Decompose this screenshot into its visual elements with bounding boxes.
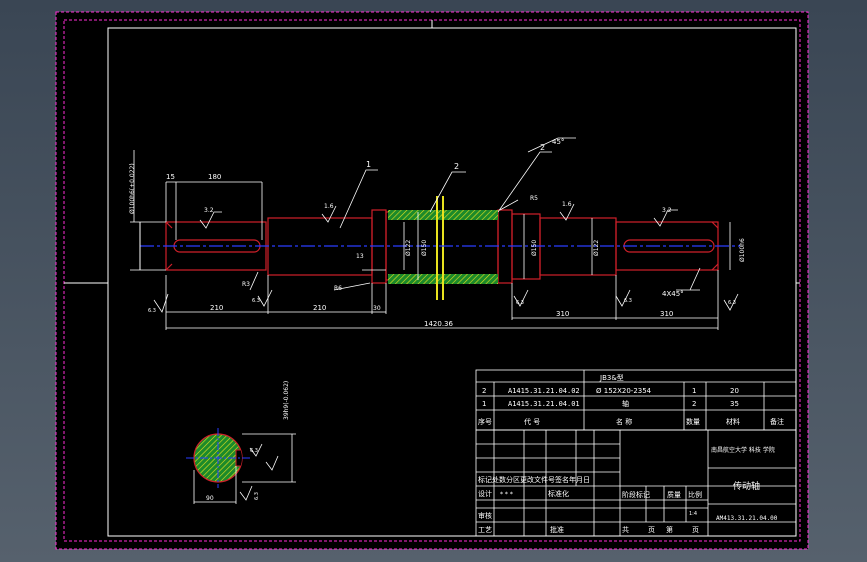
dim-13: 13	[356, 253, 364, 260]
bom-row: 1 A1415.31.21.04.01 轴 2 35	[482, 399, 739, 408]
bom-row: 2 A1415.31.21.04.02 Ø 152X20-2354 1 20	[482, 387, 739, 395]
standardize-label: 标准化	[548, 489, 569, 498]
dim-r3: R3	[242, 281, 250, 288]
bom-header-std: JB3&型	[599, 373, 624, 382]
dia-right-end: Ø100h6	[739, 238, 746, 262]
section-depth-dim: 39h9(-0.062)	[283, 381, 290, 420]
chamfer-angle-label: 45°	[552, 138, 564, 146]
callout-2b: 2	[540, 143, 545, 152]
roughness-symbols	[153, 203, 739, 313]
callout-2: 2	[454, 162, 459, 171]
dim-310-b: 310	[660, 310, 673, 318]
svg-text:2: 2	[692, 400, 696, 408]
rough-32-a: 3.2	[204, 207, 214, 214]
section-view: 39h9(-0.062) 90 6.3 6.3	[186, 381, 296, 504]
rough-63-d: 6.3	[624, 298, 632, 304]
bom-col-no: 序号	[478, 417, 492, 426]
svg-text:20: 20	[730, 387, 739, 395]
svg-text:1: 1	[692, 387, 696, 395]
bom-col-name: 名 称	[616, 417, 632, 426]
drawing-number: AM413.31.21.04.00	[716, 515, 778, 522]
dim-r5: R5	[530, 195, 538, 202]
svg-text:A1415.31.21.04.02: A1415.31.21.04.02	[508, 387, 580, 395]
review-label: 审核	[478, 511, 492, 520]
design-signature: * * *	[500, 491, 513, 498]
bom-col-note: 备注	[770, 417, 784, 426]
rough-16-a: 1.6	[324, 203, 334, 210]
dia-122-a: Ø122	[405, 240, 412, 256]
rough-63-b: 6.3	[252, 298, 260, 304]
section-width-dim: 90	[206, 495, 214, 502]
section-rough-b: 6.3	[254, 492, 260, 500]
scale-label: 比例	[688, 490, 702, 499]
sheets-unit-label: 页	[648, 526, 655, 534]
drawing-canvas: 1 2 2 45° 4X45° 15 180 210 210 30 310 31…	[55, 11, 809, 550]
sheet-no-label: 第	[666, 525, 673, 534]
svg-text:轴: 轴	[622, 399, 629, 408]
svg-text:2: 2	[482, 387, 486, 395]
svg-text:A1415.31.21.04.01: A1415.31.21.04.01	[508, 400, 580, 408]
callout-1: 1	[366, 160, 371, 169]
dim-210-b: 210	[313, 304, 326, 312]
dim-keyway-offset: 15	[166, 173, 175, 181]
design-label: 设计	[478, 489, 492, 498]
sheets-total-label: 共	[622, 525, 629, 534]
cad-viewport[interactable]: 1 2 2 45° 4X45° 15 180 210 210 30 310 31…	[0, 0, 867, 562]
bom-col-mat: 材料	[726, 417, 740, 426]
rough-63-a: 6.3	[148, 308, 156, 314]
rough-63-c: 6.3	[516, 300, 524, 306]
bom-col-code: 代 号	[524, 417, 540, 426]
institution-name: 南昌航空大学 科技 学院	[711, 446, 775, 454]
dia-150-b: Ø150	[531, 240, 538, 256]
dim-r6: R6	[334, 285, 342, 292]
rough-32-b: 3.2	[662, 207, 672, 214]
stage-mark-label: 阶段标记	[622, 490, 650, 499]
dimension-lines	[130, 137, 731, 330]
sheet-unit-label: 页	[692, 526, 699, 534]
svg-text:Ø 152X20-2354: Ø 152X20-2354	[596, 387, 652, 395]
svg-text:35: 35	[730, 400, 739, 408]
section-rough-a: 6.3	[250, 448, 258, 454]
svg-text:1: 1	[482, 400, 486, 408]
approve-label: 批准	[550, 525, 564, 534]
bom-col-qty: 数量	[686, 417, 700, 426]
dia-150-a: Ø150	[421, 240, 428, 256]
scale-value: 1:4	[689, 511, 697, 517]
weight-label: 质量	[667, 490, 681, 499]
part-name: 传动轴	[733, 480, 760, 492]
dia-122-b: Ø122	[593, 240, 600, 256]
rough-16-b: 1.6	[562, 201, 572, 208]
dim-30: 30	[373, 305, 381, 312]
rough-63-e: 6.3	[728, 300, 736, 306]
rev-header: 标记处数分区更改文件号签名年月日	[478, 475, 590, 484]
dia-left-end: Ø100h6(+0.022)	[129, 163, 136, 214]
dim-keyway-length: 180	[208, 173, 221, 181]
dim-310-a: 310	[556, 310, 569, 318]
chamfer-note: 4X45°	[662, 290, 684, 298]
dim-210-a: 210	[210, 304, 223, 312]
dim-total: 1420.36	[424, 320, 453, 328]
process-label: 工艺	[478, 526, 492, 534]
